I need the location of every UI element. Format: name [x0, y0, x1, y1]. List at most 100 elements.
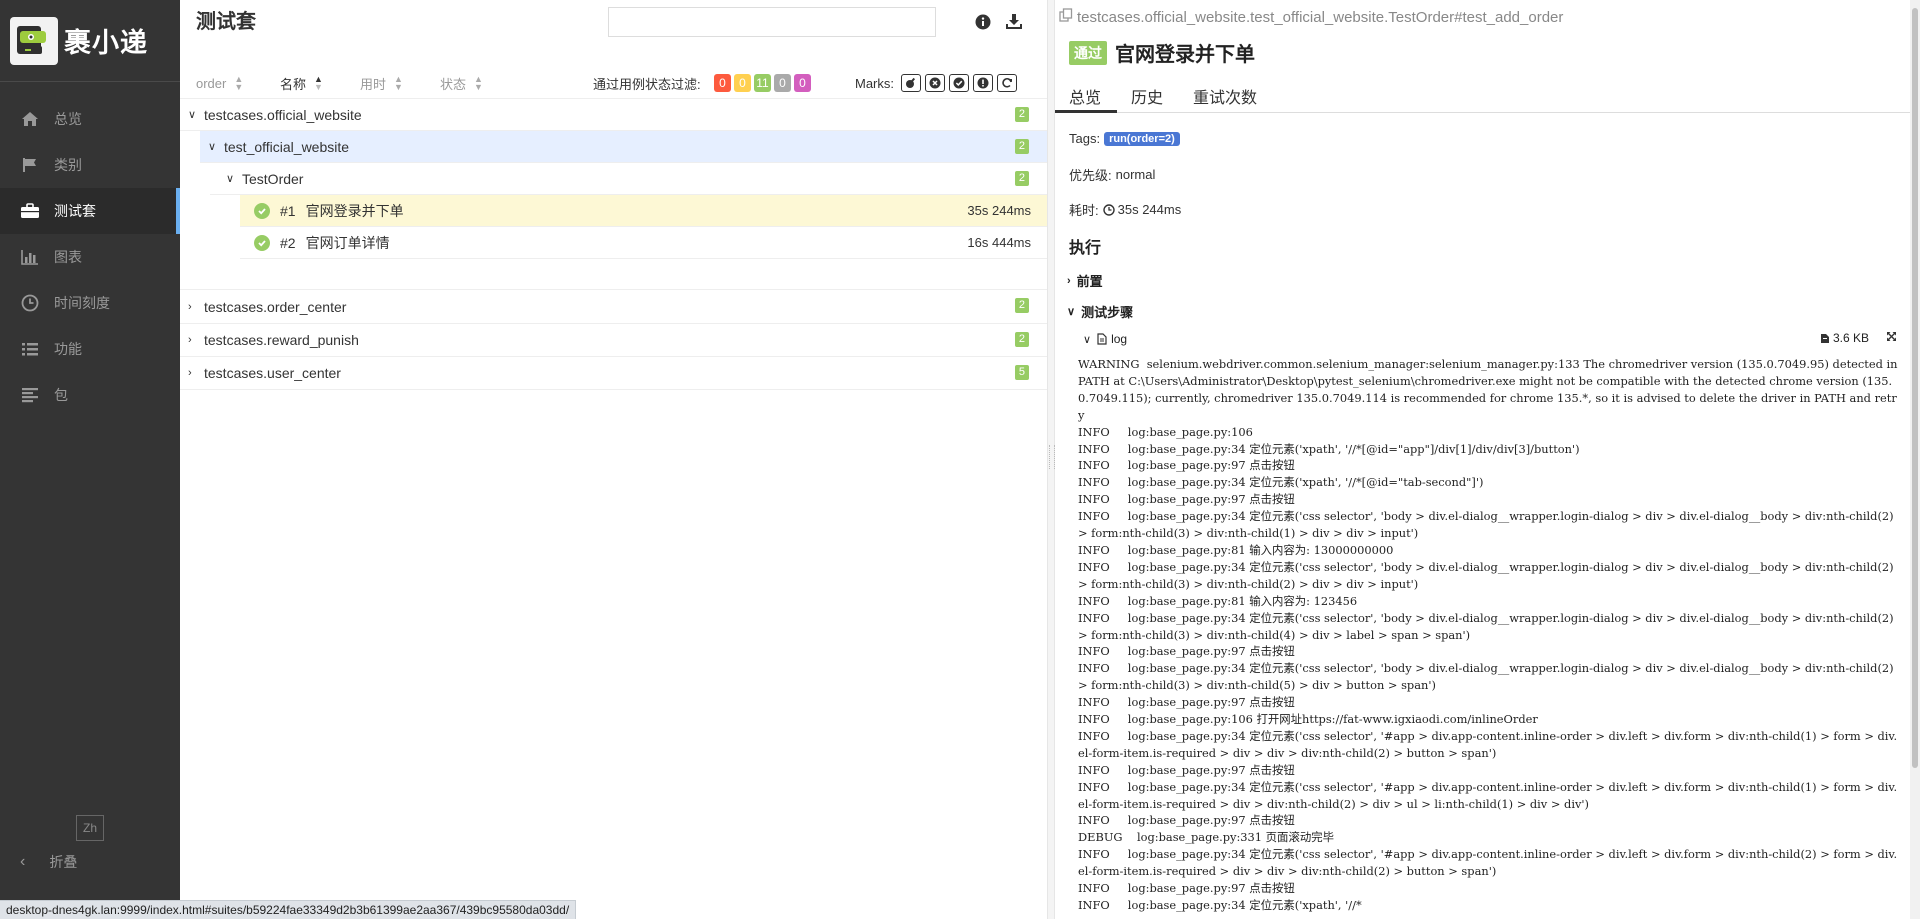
browser-status-bar: desktop-dnes4gk.lan:9999/index.html#suit… [0, 900, 577, 919]
duration-row: 耗时: 35s 244ms [1069, 200, 1181, 219]
sort-label: 状态 [440, 76, 467, 92]
steps-section[interactable]: ∨ 测试步骤 [1067, 302, 1133, 321]
status-filters: 0 0 11 0 0 [711, 74, 811, 92]
tags-row: Tags: run(order=2) [1069, 131, 1180, 146]
passed-count-badge: 2 [1014, 332, 1029, 347]
duration-label: 耗时: [1069, 203, 1099, 218]
chevron-down-icon: ∨ [188, 109, 197, 121]
marks-label: Marks: [855, 75, 894, 91]
filter-unknown[interactable]: 0 [794, 74, 811, 92]
tree-group-order-center[interactable]: › testcases.order_center 2 [180, 290, 1047, 324]
new-broken-icon[interactable] [973, 74, 993, 92]
test-row[interactable]: #1 官网登录并下单 35s 244ms [240, 195, 1047, 227]
sidebar-item-label: 类别 [54, 157, 82, 173]
passed-count-badge: 2 [1014, 298, 1029, 313]
group-name: testcases.user_center [204, 365, 341, 381]
sort-icon: ▲ ▼ [394, 74, 403, 92]
test-path-text: testcases.official_website.test_official… [1077, 8, 1564, 26]
filter-passed[interactable]: 11 [754, 74, 771, 92]
tab-history[interactable]: 历史 [1117, 76, 1179, 112]
tree-group-test-official-website[interactable]: ∨ test_official_website 2 [200, 131, 1047, 163]
group-name: testcases.reward_punish [204, 332, 359, 348]
sidebar-item-suites[interactable]: 测试套 [0, 188, 180, 234]
filter-skipped[interactable]: 0 [774, 74, 791, 92]
logo[interactable]: 裹小递 [0, 0, 180, 82]
setup-label: 前置 [1076, 274, 1103, 289]
download-icon[interactable] [1005, 13, 1023, 33]
align-left-icon [20, 385, 40, 405]
log-label: log [1111, 332, 1128, 346]
filter-failed[interactable]: 0 [714, 74, 731, 92]
tab-overview[interactable]: 总览 [1055, 76, 1118, 113]
home-icon [20, 109, 40, 129]
tree-group-user-center[interactable]: › testcases.user_center 5 [180, 357, 1047, 390]
test-order: #1 [280, 202, 296, 219]
chevron-down-icon: ∨ [1067, 306, 1076, 318]
group-name: TestOrder [242, 170, 304, 187]
filter-broken[interactable]: 0 [734, 74, 751, 92]
new-failed-icon[interactable] [925, 74, 945, 92]
chevron-down-icon: ∨ [226, 173, 235, 185]
log-attachment[interactable]: ∨ log 3.6 KB [1083, 330, 1913, 348]
test-duration: 16s 444ms [967, 235, 1031, 250]
search-input[interactable] [608, 7, 936, 37]
tree-group-testorder[interactable]: ∨ TestOrder 2 [210, 163, 1047, 195]
passed-count-badge: 2 [1014, 171, 1029, 186]
test-name: 官网订单详情 [305, 234, 390, 251]
test-header: 通过 官网登录并下单 [1069, 38, 1255, 67]
marks-toggles [901, 74, 1021, 92]
collapse-label: 折叠 [49, 854, 78, 870]
sidebar-item-label: 图表 [54, 249, 82, 265]
duration-value: 35s 244ms [1117, 202, 1182, 217]
steps-label: 测试步骤 [1081, 305, 1134, 320]
test-title: 官网登录并下单 [1115, 44, 1255, 66]
sidebar-item-categories[interactable]: 类别 [0, 142, 180, 188]
flaky-icon[interactable] [901, 74, 921, 92]
sidebar-item-graphs[interactable]: 图表 [0, 234, 180, 280]
language-button[interactable]: Zh [76, 815, 104, 841]
sort-label: 名称 [280, 76, 307, 92]
expand-icon[interactable] [1886, 331, 1897, 345]
sort-icon: ▲ ▼ [474, 74, 483, 92]
sort-label: 用时 [360, 76, 387, 92]
collapse-button[interactable]: ‹ 折叠 [20, 852, 77, 872]
scrollbar-thumb[interactable] [1912, 8, 1918, 768]
sort-duration[interactable]: 用时 ▲ ▼ [360, 74, 403, 93]
setup-section[interactable]: › 前置 [1067, 271, 1103, 290]
new-passed-icon[interactable] [949, 74, 969, 92]
passed-count-badge: 5 [1014, 365, 1029, 380]
sidebar-item-timeline[interactable]: 时间刻度 [0, 280, 180, 326]
sidebar-item-overview[interactable]: 总览 [0, 96, 180, 142]
tree-group-reward-punish[interactable]: › testcases.reward_punish 2 [180, 324, 1047, 357]
sort-status[interactable]: 状态 ▲ ▼ [440, 74, 483, 93]
status-badge: 通过 [1069, 40, 1107, 65]
chevron-right-icon: › [188, 367, 192, 379]
info-icon[interactable] [975, 14, 991, 33]
page-title: 测试套 [196, 11, 256, 33]
sidebar: 裹小递 总览 类别 测试套 图表 时间刻度 功能 包 Zh ‹ 折叠 [0, 0, 180, 919]
severity-row: 优先级: normal [1069, 165, 1155, 184]
tree-group-official-website[interactable]: ∨ testcases.official_website 2 [180, 99, 1047, 131]
flag-icon [20, 155, 40, 175]
sidebar-item-behaviors[interactable]: 功能 [0, 326, 180, 372]
chevron-left-icon: ‹ [20, 853, 26, 870]
test-detail-panel: testcases.official_website.test_official… [1055, 0, 1920, 919]
file-icon [1097, 333, 1107, 345]
chevron-right-icon: › [188, 300, 192, 313]
copy-icon[interactable] [1059, 8, 1073, 26]
chevron-right-icon: › [1067, 274, 1071, 287]
sidebar-item-packages[interactable]: 包 [0, 372, 180, 418]
pane-splitter[interactable] [1047, 0, 1055, 919]
retries-icon[interactable] [997, 74, 1017, 92]
sidebar-item-label: 包 [54, 387, 68, 403]
tab-retries[interactable]: 重试次数 [1179, 76, 1273, 112]
sort-name[interactable]: 名称 ▲ ▼ [280, 74, 323, 93]
scrollbar[interactable] [1910, 0, 1920, 919]
sort-bar: order ▲ ▼ 名称 ▲ ▼ 用时 ▲ ▼ 状态 ▲ ▼ 通过用例状态过滤: 0 0… [180, 68, 1047, 99]
sort-order[interactable]: order ▲ ▼ [196, 75, 243, 92]
logo-text: 裹小递 [64, 28, 148, 58]
test-name: 官网登录并下单 [305, 202, 404, 219]
test-row[interactable]: #2 官网订单详情 16s 444ms [240, 227, 1047, 259]
tag-badge: run(order=2) [1104, 131, 1180, 146]
test-order: #2 [280, 234, 296, 251]
